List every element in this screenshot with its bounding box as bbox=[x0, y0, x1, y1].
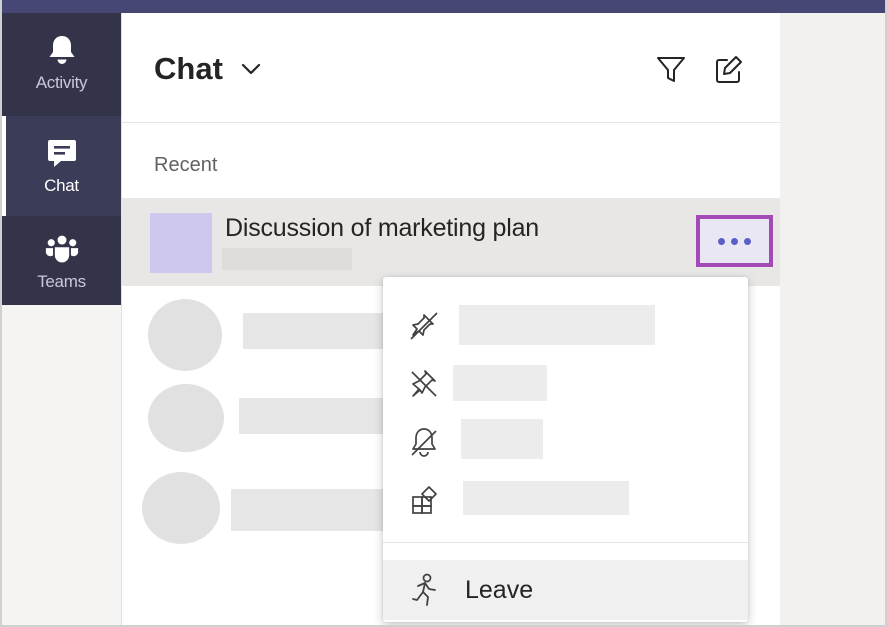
rail-item-teams[interactable]: Teams bbox=[2, 218, 121, 306]
menu-item-label-placeholder bbox=[459, 305, 655, 345]
bell-icon bbox=[45, 33, 79, 67]
section-label-recent: Recent bbox=[154, 154, 218, 176]
rail-item-chat[interactable]: Chat bbox=[2, 116, 121, 216]
rail-item-label: Teams bbox=[37, 272, 86, 291]
teams-icon bbox=[45, 232, 79, 266]
filter-icon[interactable] bbox=[652, 51, 690, 89]
more-options-button[interactable] bbox=[696, 215, 773, 267]
header-divider bbox=[122, 122, 781, 123]
rail-item-activity[interactable]: Activity bbox=[2, 13, 121, 113]
avatar bbox=[148, 384, 224, 452]
menu-item-leave[interactable]: Leave bbox=[383, 560, 748, 620]
menu-item-label-placeholder bbox=[463, 481, 629, 515]
chat-list-item-selected[interactable]: Discussion of marketing plan bbox=[122, 198, 781, 286]
chat-title: Discussion of marketing plan bbox=[225, 214, 539, 242]
app-rail: Activity Chat Teams bbox=[2, 13, 121, 305]
app-add-icon bbox=[407, 483, 441, 517]
more-options-dot bbox=[744, 237, 751, 245]
menu-item-label-placeholder bbox=[453, 365, 547, 401]
page-title: Chat bbox=[154, 51, 223, 86]
menu-item-unpin[interactable] bbox=[383, 297, 748, 353]
mute-icon bbox=[407, 425, 441, 459]
conversation-pane bbox=[780, 13, 885, 625]
menu-item-label-placeholder bbox=[461, 419, 543, 459]
menu-item-unpin-alt[interactable] bbox=[383, 355, 748, 411]
chat-context-menu: Leave bbox=[383, 277, 748, 622]
app-top-bar bbox=[0, 0, 887, 13]
menu-item-add-app[interactable] bbox=[383, 471, 748, 527]
menu-item-leave-label: Leave bbox=[465, 576, 534, 604]
leave-icon bbox=[407, 572, 443, 608]
avatar bbox=[142, 472, 220, 544]
more-options-dot bbox=[731, 237, 738, 245]
menu-divider bbox=[383, 542, 748, 543]
more-options-icon bbox=[718, 237, 725, 245]
avatar bbox=[148, 299, 222, 371]
message-preview-placeholder bbox=[222, 248, 352, 270]
rail-background bbox=[2, 305, 121, 625]
menu-item-mute[interactable] bbox=[383, 413, 748, 469]
rail-item-label: Chat bbox=[44, 176, 79, 195]
chevron-down-icon[interactable] bbox=[239, 57, 263, 81]
group-avatar bbox=[150, 213, 212, 273]
unpin-alt-icon bbox=[407, 367, 441, 401]
unpin-icon bbox=[407, 309, 441, 343]
compose-icon[interactable] bbox=[710, 51, 748, 89]
rail-item-label: Activity bbox=[35, 73, 88, 92]
chat-icon bbox=[45, 136, 79, 170]
